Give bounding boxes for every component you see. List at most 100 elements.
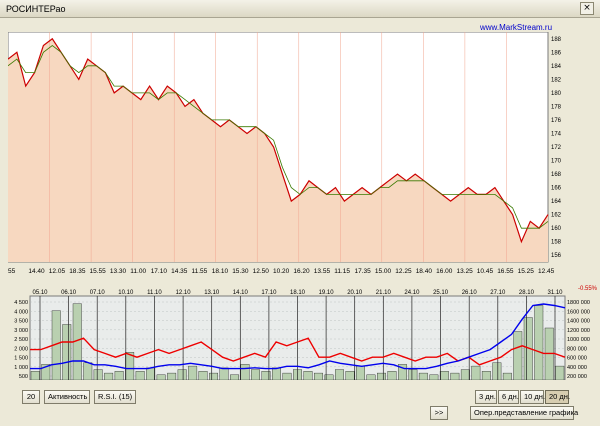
price-x-tick: 16.55 (497, 268, 514, 275)
volume-bar (481, 371, 491, 380)
volume-bar (188, 365, 198, 380)
volume-date-label: 14.10 (233, 290, 249, 296)
volume-bar (502, 372, 512, 380)
volume-date-label: 18.10 (290, 290, 306, 296)
volume-date-label: 19.10 (319, 290, 335, 296)
price-x-tick: 12.05 (49, 268, 66, 275)
volume-date-label: 05.10 (32, 290, 48, 296)
volume-right-tick: 1600 000 (567, 309, 590, 315)
volume-date-label: 13.10 (204, 290, 220, 296)
price-y-tick: 166 (551, 186, 562, 192)
days-10-button[interactable]: 10 дн. (520, 390, 545, 404)
volume-left-tick: 3 000 (14, 328, 28, 334)
title-bar: РОСИНТЕРао × (0, 0, 600, 18)
volume-right-tick: 600 000 (567, 356, 587, 362)
volume-date-labels: 05.10 06.10 07.10 10.10 11.10 12.10 13.10 14.10… (32, 290, 563, 296)
volume-bar (492, 362, 502, 380)
brand-link[interactable]: www.MarkStream.ru (480, 23, 552, 32)
volume-bar (114, 371, 124, 380)
volume-left-tick: 1 500 (14, 356, 28, 362)
volume-bar (198, 371, 208, 380)
price-y-tick: 162 (551, 213, 562, 219)
price-x-tick: 17.35 (355, 268, 372, 275)
volume-date-label: 10.10 (118, 290, 134, 296)
volume-bar (156, 374, 166, 380)
volume-left-tick: 1 000 (14, 365, 28, 371)
price-y-tick: 158 (551, 240, 562, 246)
price-y-tick: 184 (551, 64, 562, 70)
price-x-tick: 18.40 (416, 268, 433, 275)
volume-bar (177, 369, 187, 380)
price-x-tick: 11.15 (334, 268, 350, 275)
volume-bar (219, 367, 229, 380)
price-x-tick: 15.00 (375, 268, 392, 275)
price-x-tick: 11.55 (192, 268, 208, 275)
volume-bar (314, 372, 323, 380)
activity-button[interactable]: Активность (44, 390, 90, 404)
price-x-tick: 14.40 (28, 268, 45, 275)
volume-right-tick: 400 000 (567, 365, 587, 371)
volume-bar (366, 374, 376, 380)
volume-bar (30, 371, 40, 380)
volume-bar (230, 374, 240, 380)
price-y-tick: 156 (551, 253, 562, 259)
volume-bar (272, 367, 281, 380)
volume-bar (240, 364, 250, 380)
volume-right-tick: 1800 000 (567, 300, 590, 306)
next-button[interactable]: >> (430, 406, 448, 420)
volume-bar (83, 362, 93, 380)
volume-chart: 05.10 06.10 07.10 10.10 11.10 12.10 13.10 14.10… (14, 286, 598, 380)
volume-date-label: 24.10 (404, 290, 420, 296)
volume-left-tick: 2 500 (14, 337, 28, 343)
volume-left-tick: 3 500 (14, 319, 28, 325)
price-x-tick: 13.30 (110, 268, 127, 275)
volume-left-tick: 2 000 (14, 346, 28, 352)
volume-left-tick: 4 500 (14, 300, 28, 306)
volume-bar (387, 371, 397, 380)
change-percent: -0.55% (578, 286, 598, 292)
volume-bar (408, 369, 418, 380)
volume-bar (125, 352, 135, 380)
price-x-tick: 15.55 (90, 268, 107, 275)
volume-left-tick: 500 (19, 374, 28, 380)
volume-date-label: 12.10 (176, 290, 192, 296)
volume-date-label: 27.10 (490, 290, 506, 296)
volume-date-label: 06.10 (61, 290, 77, 296)
price-x-tick: 12.45 (538, 268, 555, 275)
price-x-tick: 16.20 (293, 268, 310, 275)
price-y-tick: 180 (551, 91, 562, 97)
price-y-tick: 168 (551, 172, 562, 178)
volume-date-label: 17.10 (261, 290, 277, 296)
price-y-tick: 188 (551, 37, 562, 43)
days-6-button[interactable]: 6 дн. (498, 390, 519, 404)
volume-bar (303, 371, 313, 380)
price-x-tick: 13.55 (314, 268, 331, 275)
price-x-tick: 16.00 (436, 268, 453, 275)
price-x-tick: 12.50 (253, 268, 270, 275)
close-window-button[interactable]: × (580, 2, 594, 15)
period-button[interactable]: 20 (22, 390, 40, 404)
rsi-button[interactable]: R.S.I. (15) (94, 390, 136, 404)
volume-date-label: 07.10 (90, 290, 106, 296)
volume-bar (555, 365, 565, 380)
volume-right-tick: 1400 000 (567, 319, 590, 325)
volume-date-label: 20.10 (347, 290, 363, 296)
price-x-tick: 11.00 (130, 268, 146, 275)
window-title: РОСИНТЕРао (6, 4, 66, 14)
price-y-tick: 160 (551, 226, 562, 232)
days-20-button[interactable]: 20 дн. (545, 390, 570, 404)
volume-right-axis: 1800 000 1600 000 1400 000 1200 000 1000 000… (567, 300, 590, 380)
volume-left-tick: 4 000 (14, 309, 28, 315)
days-3-button[interactable]: 3 дн. (475, 390, 497, 404)
volume-date-label: 11.10 (147, 290, 162, 296)
price-x-tick: 18.10 (212, 268, 229, 275)
price-x-tick: 17.10 (151, 268, 168, 275)
volume-bar (471, 365, 481, 380)
volume-left-axis: 4 500 4 000 3 500 3 000 2 500 2 000 1 500 1 000… (14, 300, 28, 380)
price-y-tick: 176 (551, 118, 562, 124)
volume-bar (135, 371, 145, 380)
volume-bar (345, 371, 355, 380)
price-y-tick: 172 (551, 145, 562, 151)
chart-representation-button[interactable]: Опер.представление графика (470, 406, 578, 420)
volume-date-label: 25.10 (433, 290, 449, 296)
